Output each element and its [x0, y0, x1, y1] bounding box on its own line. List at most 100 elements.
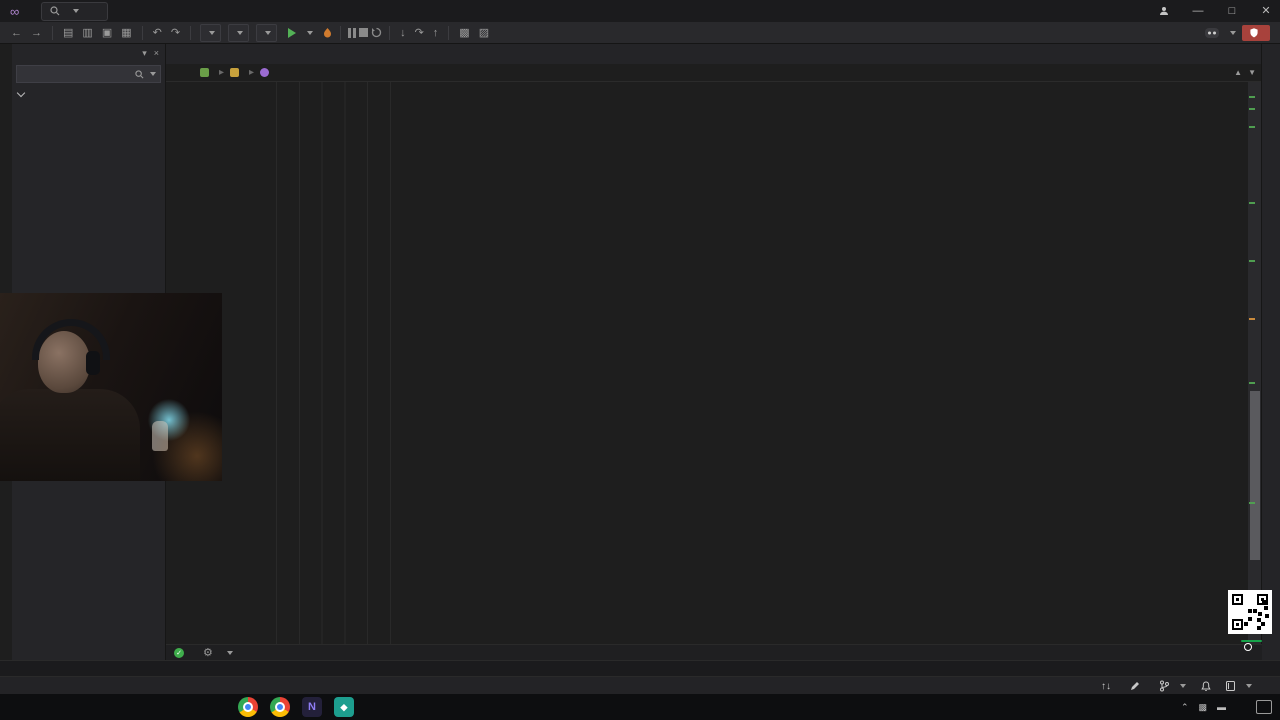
- branch-button[interactable]: [1159, 680, 1186, 692]
- nav-back-icon[interactable]: ←: [8, 23, 25, 43]
- save-icon[interactable]: ▣: [99, 23, 115, 43]
- toolbox-search-input[interactable]: [17, 68, 135, 80]
- notifications-button[interactable]: [1201, 680, 1211, 692]
- search-icon: [135, 69, 144, 78]
- play-icon: [288, 27, 297, 38]
- new-file-icon[interactable]: ▤: [60, 23, 76, 43]
- toolbox-empty-message: [12, 102, 165, 122]
- scroll-annotation: [1249, 502, 1255, 504]
- admin-button[interactable]: [1242, 24, 1270, 41]
- hot-reload-icon[interactable]: [322, 27, 333, 39]
- pin-icon[interactable]: ▾: [142, 48, 147, 59]
- separator: [389, 25, 391, 40]
- separator: [190, 25, 192, 40]
- network-icon[interactable]: ▩: [1198, 702, 1207, 713]
- separator: [141, 25, 143, 40]
- scroll-annotation: [1249, 382, 1255, 384]
- comment-icon[interactable]: ▨: [476, 23, 492, 43]
- undo-icon[interactable]: ↶: [150, 23, 165, 43]
- scroll-annotation: [1249, 96, 1255, 98]
- close-icon[interactable]: ×: [154, 48, 159, 59]
- search-box[interactable]: [41, 1, 109, 21]
- start-debugging-button[interactable]: [282, 24, 319, 42]
- breadcrumb: ▸ ▸ ▲ ▼: [166, 64, 1262, 82]
- save-all-icon[interactable]: ▦: [118, 23, 134, 43]
- restart-icon[interactable]: [371, 27, 382, 38]
- branch-icon: [1160, 680, 1169, 692]
- webcam-overlay: [0, 293, 222, 481]
- sign-in-button[interactable]: [1155, 6, 1178, 16]
- search-icon: [50, 6, 60, 16]
- chevron-down-icon: [307, 30, 314, 35]
- scrollbar-thumb[interactable]: [1250, 391, 1260, 560]
- copilot-icon: [1205, 27, 1219, 38]
- toolbox-search[interactable]: [16, 65, 161, 83]
- chevron-down-icon: [16, 88, 26, 97]
- shield-icon: [1250, 27, 1258, 37]
- vs-window: ∞ — □ ✕ ← → ▤ ▥ ▣ ▦ ↶ ↷ ↓ ↷ ↑ ▩ ▨ ▾ × ▸ …: [0, 0, 1280, 720]
- find-in-files-icon[interactable]: ▩: [456, 23, 472, 43]
- stop-icon[interactable]: [359, 28, 369, 37]
- chevron-down-icon: [237, 30, 244, 35]
- scroll-annotation: [1249, 126, 1255, 128]
- prev-member-button[interactable]: ▲: [1234, 68, 1242, 77]
- chat-app-icon[interactable]: ◆: [334, 697, 354, 717]
- next-member-button[interactable]: ▼: [1248, 68, 1256, 77]
- tab-strip: [166, 44, 1262, 64]
- document-status-bar: ✓ ⚙: [166, 644, 1262, 660]
- title-bar: ∞ — □ ✕: [0, 0, 1280, 23]
- scroll-annotation: [1249, 318, 1255, 320]
- minimize-button[interactable]: —: [1184, 0, 1212, 22]
- breadcrumb-type[interactable]: [230, 68, 243, 77]
- streamer-torso: [0, 389, 140, 481]
- nav-forward-icon[interactable]: →: [28, 23, 45, 43]
- repo-icon: [1226, 681, 1235, 691]
- chat-overlay: [0, 481, 230, 720]
- indent-guides: [276, 82, 413, 644]
- pending-edits-button[interactable]: [1130, 681, 1144, 691]
- repository-button[interactable]: [1226, 681, 1252, 691]
- scroll-annotation: [1249, 202, 1255, 204]
- editor-scrollbar[interactable]: [1248, 82, 1262, 644]
- action-center-icon[interactable]: [1256, 700, 1272, 714]
- person-icon: [1160, 7, 1168, 15]
- maximize-button[interactable]: □: [1218, 0, 1246, 22]
- qr-code: [1228, 590, 1272, 634]
- github-copilot-button[interactable]: [1205, 27, 1236, 38]
- step-over-icon[interactable]: ↷: [412, 23, 427, 43]
- bell-icon: [1201, 680, 1211, 691]
- close-button[interactable]: ✕: [1252, 0, 1280, 22]
- chevron-down-icon: [1180, 684, 1186, 688]
- configuration-dropdown[interactable]: [200, 23, 222, 42]
- separator: ▸: [249, 67, 255, 78]
- open-file-icon[interactable]: ▥: [79, 23, 95, 43]
- cpu-gauge-badge: [1241, 640, 1262, 651]
- chevron-down-icon: [150, 72, 156, 76]
- code-editor[interactable]: [166, 82, 1248, 644]
- right-tab-strip: [1261, 44, 1280, 674]
- toolbox-group-general[interactable]: [12, 85, 165, 102]
- browser-profile2-icon[interactable]: [270, 697, 290, 717]
- step-into-icon[interactable]: ↓: [397, 23, 409, 43]
- csharp-project-icon: [200, 68, 209, 77]
- chevron-down-icon: [73, 9, 80, 13]
- breadcrumb-member[interactable]: [260, 68, 273, 77]
- tray-expand-icon[interactable]: ⌃: [1181, 702, 1189, 713]
- scroll-annotation: [1249, 108, 1255, 110]
- volume-icon[interactable]: ▬: [1217, 702, 1226, 712]
- git-sync-button[interactable]: ↑↓: [1101, 681, 1115, 692]
- browser-profile1-icon[interactable]: [238, 697, 258, 717]
- chevron-down-icon: [209, 30, 216, 35]
- headphone-earcup: [86, 351, 100, 375]
- startup-project-dropdown[interactable]: [256, 23, 278, 42]
- notes-app-icon[interactable]: N: [302, 697, 322, 717]
- vs-logo-icon: ∞: [10, 3, 20, 19]
- breadcrumb-project[interactable]: [200, 68, 213, 77]
- pencil-icon: [1131, 682, 1139, 690]
- method-icon: [260, 68, 270, 77]
- separator: [448, 25, 450, 40]
- redo-icon[interactable]: ↷: [168, 23, 183, 43]
- step-out-icon[interactable]: ↑: [430, 23, 442, 43]
- pause-icon[interactable]: [348, 27, 357, 38]
- platform-dropdown[interactable]: [228, 23, 250, 42]
